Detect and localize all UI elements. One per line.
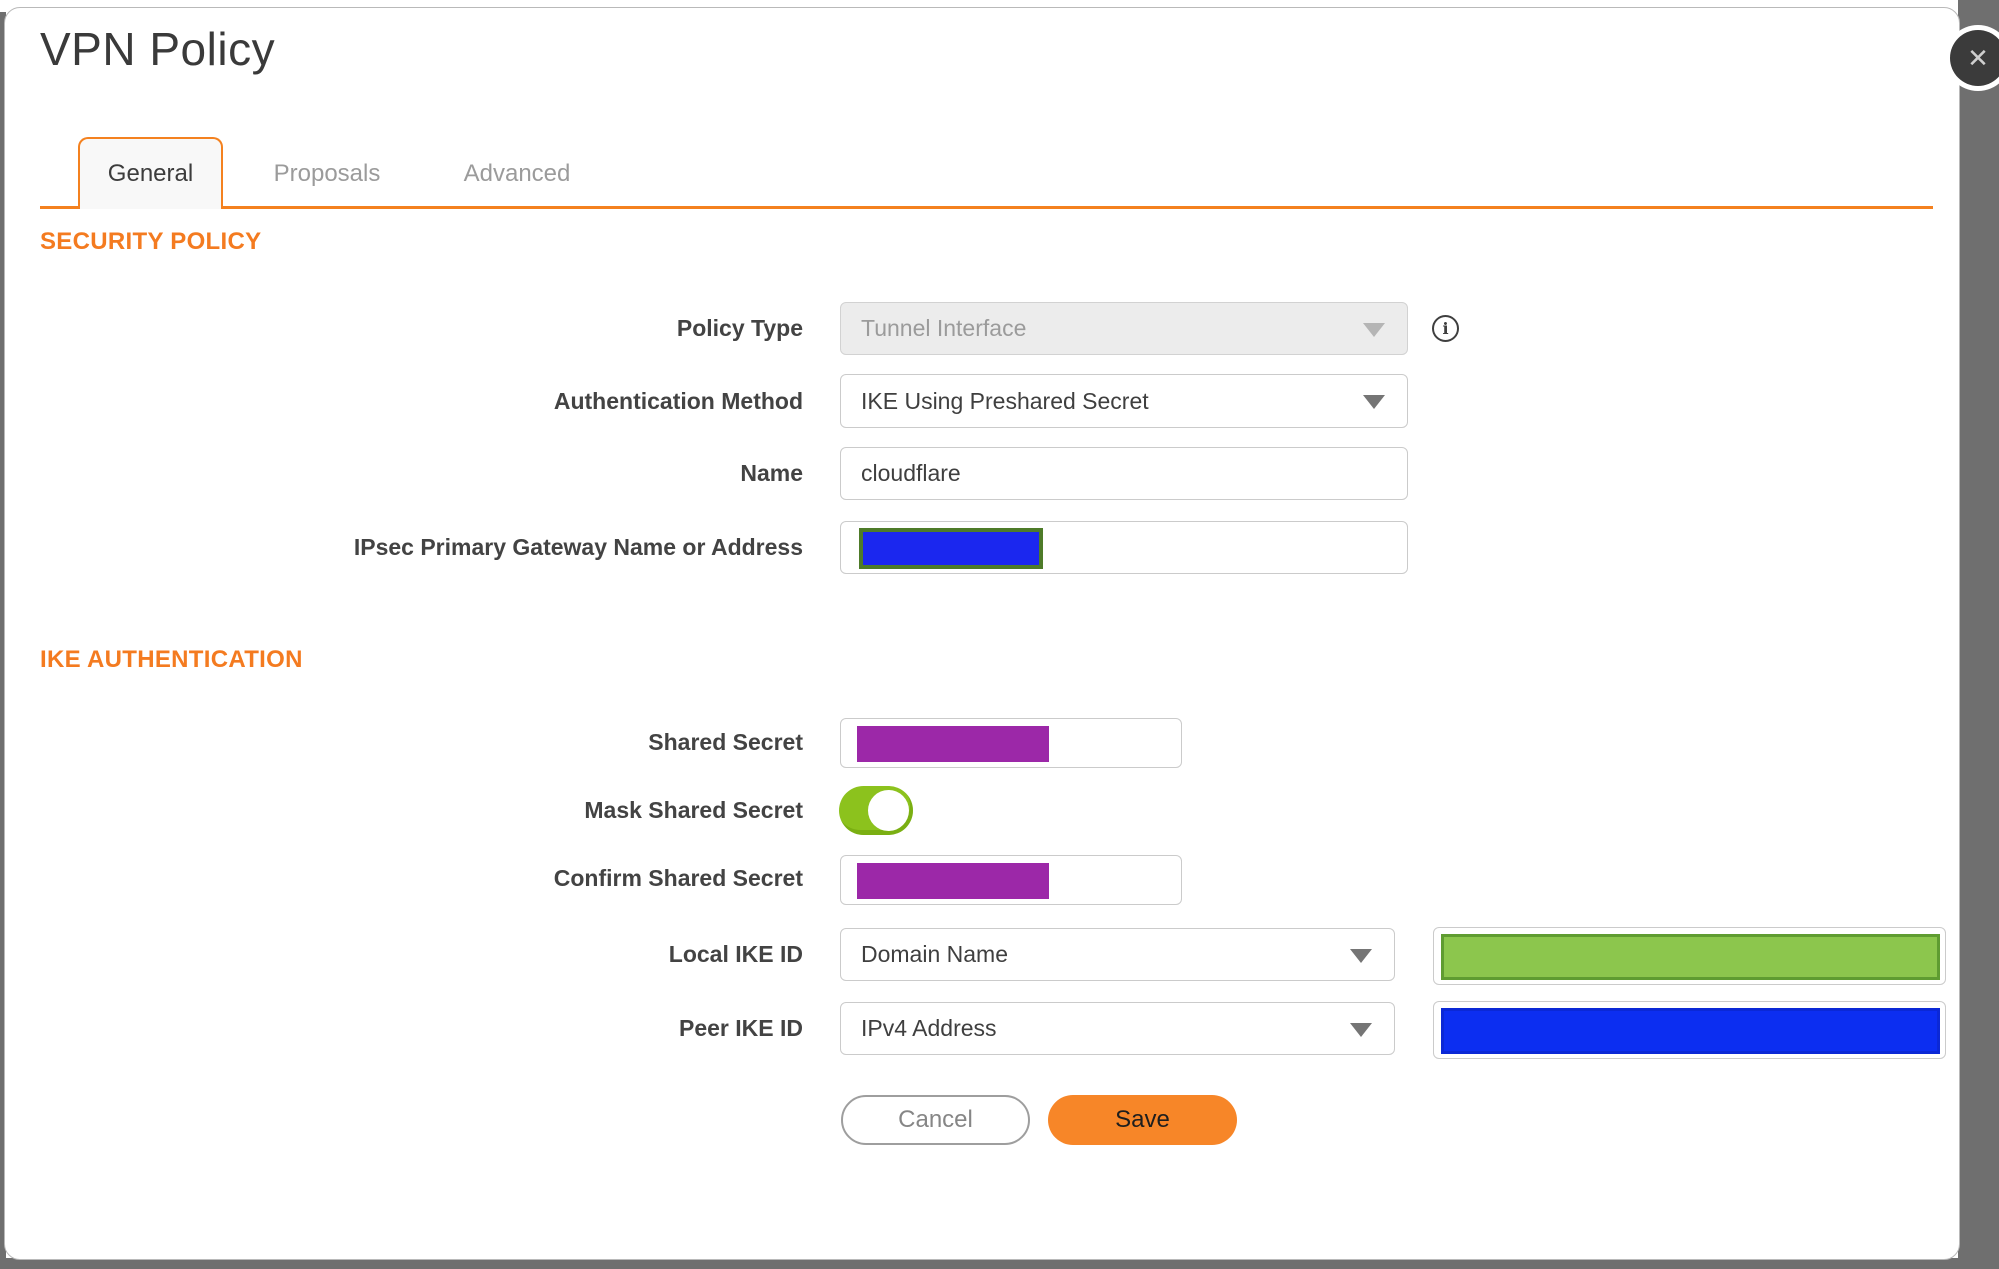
- tab-advanced-label: Advanced: [463, 160, 571, 187]
- peer-ike-id-select[interactable]: IPv4 Address: [840, 1002, 1395, 1055]
- info-icon-glyph: i: [1442, 319, 1449, 338]
- shared-secret-redaction-block: [857, 726, 1049, 762]
- local-ike-id-redaction-block: [1441, 934, 1940, 980]
- tab-underline-right: [221, 206, 1933, 209]
- toggle-knob: [868, 790, 909, 831]
- tab-underline-left: [40, 206, 78, 209]
- name-label: Name: [740, 460, 803, 486]
- policy-type-label: Policy Type: [676, 315, 803, 341]
- tab-proposals-label: Proposals: [273, 160, 381, 187]
- section-heading-ike-authentication: IKE AUTHENTICATION: [40, 646, 303, 673]
- close-icon: ✕: [1967, 43, 1989, 73]
- cancel-button[interactable]: Cancel: [841, 1095, 1030, 1145]
- chevron-down-icon: [1363, 395, 1385, 409]
- page-background-right: [1958, 0, 1999, 1269]
- peer-ike-id-redaction-block: [1441, 1008, 1940, 1054]
- peer-ike-id-type-value: IPv4 Address: [861, 1015, 997, 1041]
- policy-type-value: Tunnel Interface: [861, 315, 1027, 341]
- authentication-method-select[interactable]: IKE Using Preshared Secret: [840, 374, 1408, 428]
- save-button[interactable]: Save: [1048, 1095, 1237, 1145]
- vpn-policy-dialog-screen: VPN Policy ✕ General Proposals Advanced …: [0, 0, 1999, 1269]
- mask-shared-secret-label: Mask Shared Secret: [584, 797, 803, 823]
- confirm-shared-secret-redaction-block: [857, 863, 1049, 899]
- chevron-down-icon: [1363, 322, 1385, 337]
- tab-general-label: General: [107, 160, 194, 187]
- shared-secret-label: Shared Secret: [648, 729, 803, 755]
- section-heading-security-policy: SECURITY POLICY: [40, 228, 262, 255]
- gateway-label: IPsec Primary Gateway Name or Address: [353, 534, 803, 560]
- info-icon[interactable]: i: [1432, 315, 1459, 342]
- cancel-button-label: Cancel: [898, 1106, 973, 1133]
- close-button[interactable]: ✕: [1950, 30, 1999, 86]
- authentication-method-label: Authentication Method: [553, 388, 803, 414]
- gateway-input[interactable]: [840, 521, 1408, 574]
- local-ike-id-value-input[interactable]: [1433, 927, 1946, 985]
- gateway-redaction-block: [859, 528, 1043, 569]
- local-ike-id-select[interactable]: Domain Name: [840, 928, 1395, 981]
- confirm-shared-secret-input[interactable]: [840, 855, 1182, 905]
- save-button-label: Save: [1115, 1106, 1170, 1133]
- chevron-down-icon: [1350, 1022, 1372, 1037]
- tab-general[interactable]: General: [78, 137, 223, 209]
- authentication-method-value: IKE Using Preshared Secret: [861, 387, 1149, 414]
- local-ike-id-type-value: Domain Name: [861, 941, 1008, 967]
- page-title: VPN Policy: [40, 23, 276, 75]
- tab-advanced[interactable]: Advanced: [450, 144, 584, 204]
- peer-ike-id-label: Peer IKE ID: [679, 1015, 803, 1041]
- chevron-down-icon: [1350, 948, 1372, 963]
- peer-ike-id-value-input[interactable]: [1433, 1001, 1946, 1059]
- confirm-shared-secret-label: Confirm Shared Secret: [553, 865, 803, 891]
- name-input-value: cloudflare: [861, 460, 961, 486]
- name-input[interactable]: cloudflare: [840, 447, 1408, 500]
- local-ike-id-label: Local IKE ID: [668, 941, 803, 967]
- mask-shared-secret-toggle[interactable]: [839, 786, 913, 835]
- shared-secret-input[interactable]: [840, 718, 1182, 768]
- policy-type-select[interactable]: Tunnel Interface: [840, 302, 1408, 355]
- tab-proposals[interactable]: Proposals: [260, 144, 394, 204]
